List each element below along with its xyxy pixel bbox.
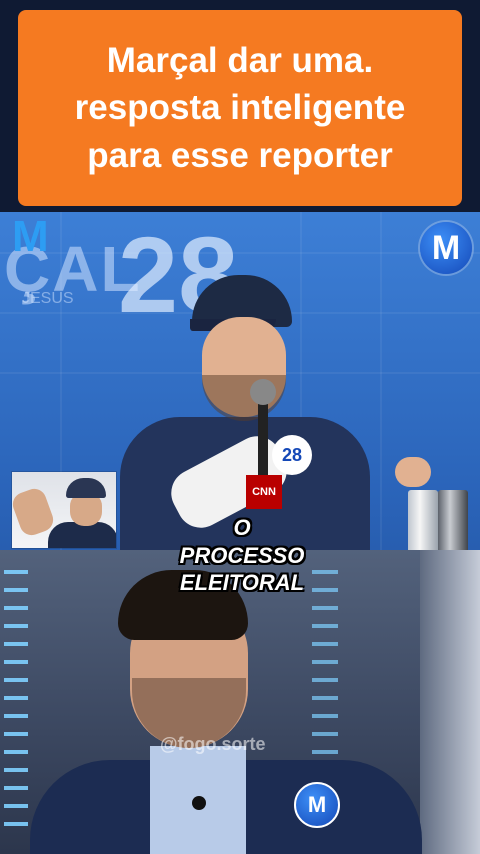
- shirt-badge: 28: [272, 435, 312, 475]
- backdrop-subtext: JESUS: [22, 290, 74, 307]
- drink-cans: [408, 490, 470, 556]
- title-banner: Marçal dar uma. resposta inteligente par…: [18, 10, 462, 206]
- lavalier-mic-icon: [192, 796, 206, 810]
- video-frame[interactable]: ÇAL JESUS 28 M M CNN 28 M @fogo.sorte O …: [0, 212, 480, 854]
- mic-flag: CNN: [246, 475, 282, 509]
- channel-logo-left: M: [12, 212, 49, 261]
- stage-lights-left: [4, 570, 28, 840]
- title-text: Marçal dar uma. resposta inteligente par…: [74, 41, 406, 175]
- watermark: @fogo.sorte: [160, 734, 266, 754]
- lapel-pin-logo: M: [294, 782, 340, 828]
- reaction-inset-image: [12, 472, 116, 548]
- caption-text: O PROCESSO ELEITORAL: [179, 515, 305, 595]
